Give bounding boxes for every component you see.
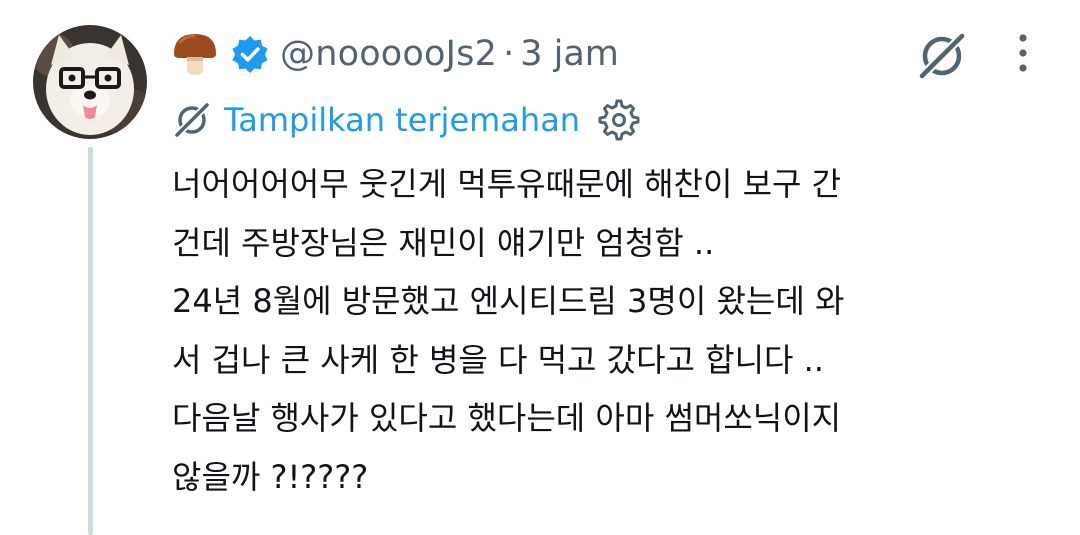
grok-icon (917, 31, 967, 81)
header-separator: · (503, 34, 515, 74)
tweet-text-line: 24년 8월에 방문했고 엔시티드림 3명이 왔는데 와 (172, 282, 845, 321)
author-handle[interactable]: @noooooJs2 (280, 34, 497, 74)
tweet-text-line: 서 겁나 큰 사케 한 병을 다 먹고 갔다고 합니다 .. (172, 340, 824, 379)
tweet-text-line: 너어어어어무 웃긴게 먹투유때문에 해찬이 보구 간 (172, 165, 842, 203)
samoyed-avatar-image (33, 25, 147, 139)
tweet-text-line: 않을까 ?!???? (172, 457, 369, 496)
tweet-text: 너어어어어무 웃긴게 먹투유때문에 해찬이 보구 간 건데 주방장님은 재민이 … (172, 155, 1052, 507)
gear-icon[interactable] (598, 99, 640, 141)
mushroom-emoji-icon (174, 34, 216, 75)
translate-row: Tampilkan terjemahan (174, 98, 640, 142)
avatar[interactable] (33, 25, 147, 139)
thread-line (88, 147, 93, 535)
grok-button[interactable] (916, 30, 968, 82)
tweet-timestamp[interactable]: 3 jam (520, 34, 619, 74)
tweet[interactable]: @noooooJs2 · 3 jam Tampilkan terjemahan (0, 0, 1080, 535)
tweet-text-line: 건데 주방장님은 재민이 얘기만 엄청함 .. (172, 223, 715, 262)
tweet-header: @noooooJs2 · 3 jam (170, 26, 619, 82)
tweet-text-line: 다음날 행사가 있다고 했다는데 아마 썸머쏘닉이지 (172, 399, 842, 438)
verified-badge-icon (232, 36, 268, 73)
more-options-button[interactable] (1006, 30, 1040, 76)
more-vertical-icon (1019, 34, 1027, 72)
show-translation-link[interactable]: Tampilkan terjemahan (224, 101, 580, 139)
translate-icon (174, 102, 210, 138)
